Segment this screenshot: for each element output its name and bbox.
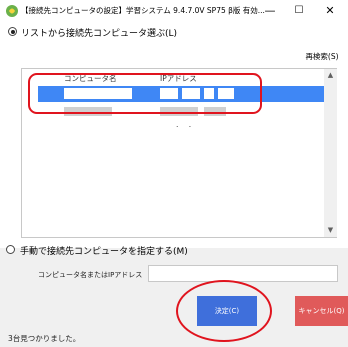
list-scrollbar[interactable] [324, 69, 337, 237]
list-select-label[interactable]: リストから接続先コンピュータ選ぶ(L) [21, 26, 177, 39]
computer-name-field-label: コンピュータ名またはIPアドレス [38, 271, 143, 279]
ip-address-fragment: . . [176, 120, 196, 129]
annotation-highlight-decide [176, 280, 272, 342]
manual-select-radio[interactable] [6, 245, 15, 254]
manual-select-label[interactable]: 手動で接続先コンピュータを指定する(M) [20, 244, 188, 257]
cancel-button[interactable]: キャンセル(Q) [295, 296, 348, 326]
computer-name-input[interactable] [148, 265, 338, 282]
minimize-button[interactable]: — [255, 0, 285, 22]
close-button[interactable]: ✕ [315, 0, 345, 22]
scroll-up-arrow-icon[interactable]: ▲ [324, 69, 337, 82]
maximize-button[interactable]: ☐ [284, 0, 314, 22]
window-title: 【接続先コンピュータの設定】学習システム 9.4.7.0V SP75 β版 有効… [21, 6, 265, 15]
list-select-radio[interactable] [8, 27, 17, 36]
status-text: 3台見つかりました。 [8, 334, 81, 343]
annotation-highlight-row [28, 73, 262, 114]
research-button[interactable]: 再検索(S) [305, 51, 339, 64]
scroll-down-arrow-icon[interactable]: ▼ [324, 224, 337, 237]
app-icon [6, 5, 18, 17]
